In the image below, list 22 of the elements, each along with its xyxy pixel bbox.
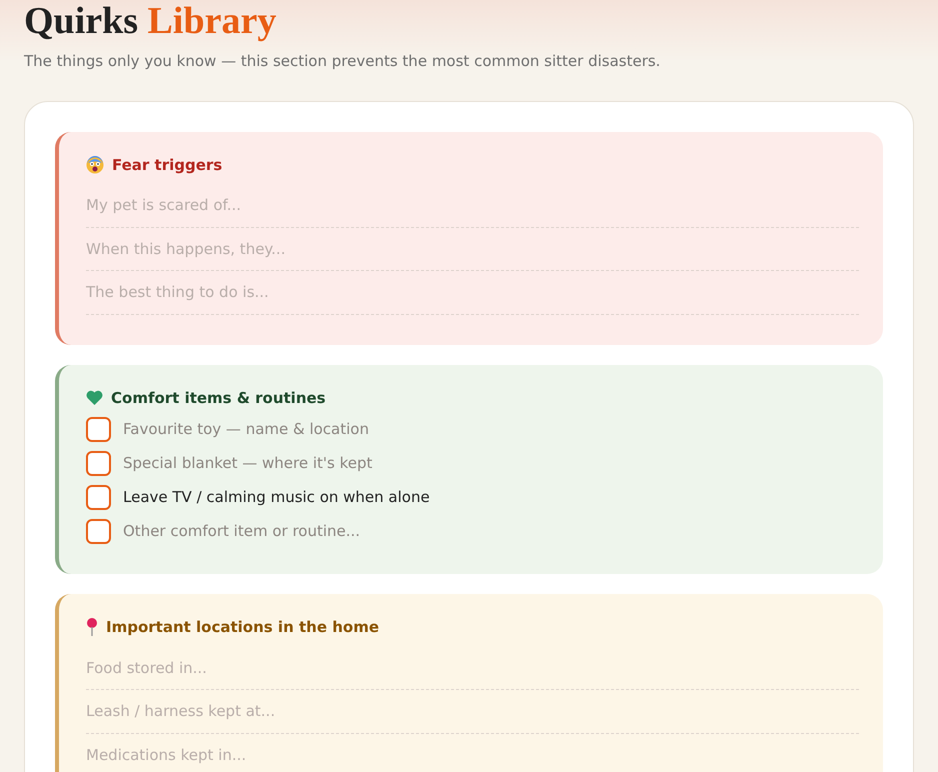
checkbox[interactable] bbox=[86, 519, 111, 544]
input-field[interactable]: Leash / harness kept at... bbox=[86, 690, 859, 734]
scared-face-icon bbox=[86, 156, 104, 174]
input-field[interactable]: The best thing to do is... bbox=[86, 271, 859, 314]
checkbox-label: Leave TV / calming music on when alone bbox=[123, 487, 430, 508]
pushpin-icon bbox=[86, 618, 98, 636]
input-field[interactable]: Other comfort item or routine... bbox=[123, 520, 859, 543]
checkbox[interactable] bbox=[86, 451, 111, 476]
section-title: Important locations in the home bbox=[106, 617, 379, 638]
input-field[interactable]: When this happens, they... bbox=[86, 228, 859, 271]
checkbox[interactable] bbox=[86, 485, 111, 510]
section-title: Fear triggers bbox=[112, 154, 222, 176]
input-field[interactable]: Medications kept in... bbox=[86, 734, 859, 772]
section-title: Comfort items & routines bbox=[111, 388, 326, 408]
page-title: Quirks Library bbox=[24, 0, 278, 42]
page-subtitle: The things only you know — this section prevents the most common sitter disasters. bbox=[24, 51, 662, 72]
input-field[interactable]: Favourite toy — name & location bbox=[123, 418, 859, 441]
checkbox[interactable] bbox=[86, 417, 111, 442]
heart-icon bbox=[86, 390, 103, 406]
input-field[interactable]: My pet is scared of... bbox=[86, 184, 859, 228]
input-field[interactable]: Food stored in... bbox=[86, 646, 859, 690]
input-field[interactable]: Special blanket — where it's kept bbox=[123, 452, 859, 475]
